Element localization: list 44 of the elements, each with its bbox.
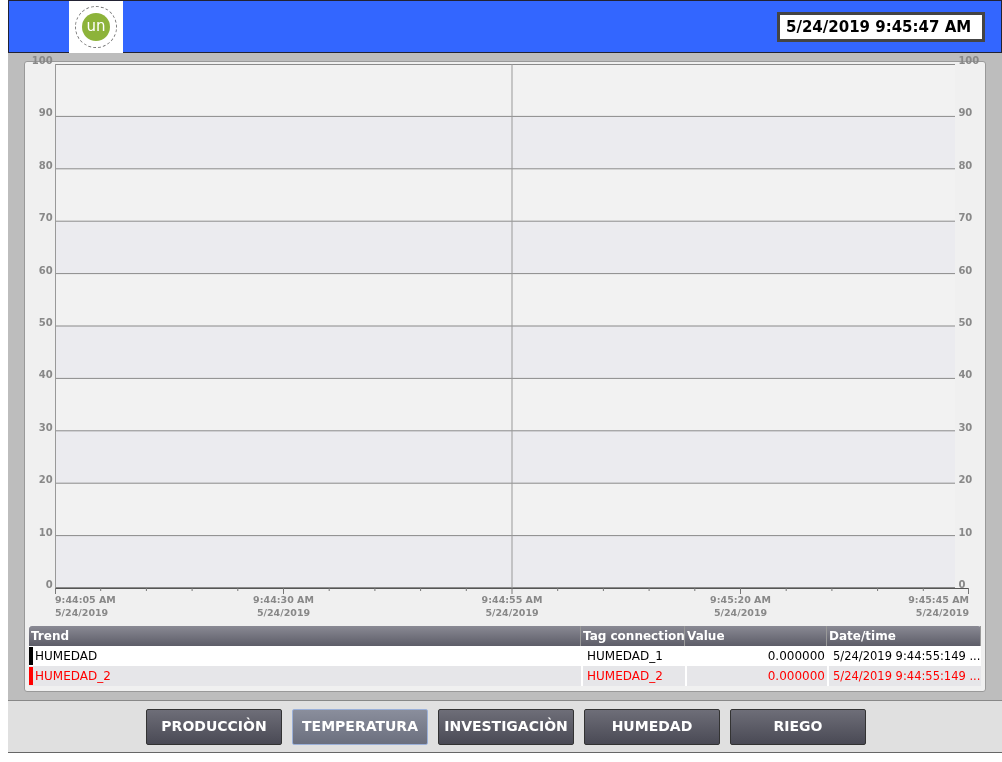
logo-text: un [82,12,110,41]
nav-button[interactable]: HUMEDAD [584,708,720,745]
clock-display: 5/24/2019 9:45:47 AM [777,11,985,42]
y-axis-label: 40 [958,370,973,381]
time-axis-label: 9:44:55 AM [480,594,544,606]
y-axis-label: 0 [45,580,53,590]
y-axis-label: 100 [31,56,53,66]
y-axis-label: 90 [958,108,973,119]
time-axis-label: 9:44:05 AM [55,594,117,606]
nav-button[interactable]: RIEGO [730,708,866,745]
time-axis-date: 5/24/2019 [484,607,540,619]
table-cell-text: HUMEDAD [34,648,99,665]
y-axis-label: 10 [958,527,973,538]
y-axis-label: 80 [958,160,973,171]
time-axis-date: 5/24/2019 [55,607,110,619]
y-axis-label: 40 [38,370,53,381]
nav-button[interactable]: PRODUCCIÒN [146,708,282,745]
y-axis-label: 30 [38,422,53,433]
table-cell: 0.000000 [685,666,827,686]
y-axis-label: 20 [38,475,53,486]
table-cell: HUMEDAD_2 [581,666,685,686]
table-cell-text: HUMEDAD_2 [34,668,112,685]
y-axis-label: 80 [38,160,53,171]
y-axis-label: 60 [38,265,53,276]
y-axis-label: 20 [958,475,973,486]
y-axis-label: 70 [958,213,973,224]
y-axis-label: 10 [38,527,53,538]
nav-button[interactable]: INVESTIGACIÒN [438,708,574,745]
time-axis-label: 9:45:45 AM [907,594,969,606]
y-axis-label: 90 [38,108,53,119]
nav-button[interactable]: TEMPERATURA [292,708,428,745]
time-axis-label: 9:44:30 AM [252,594,315,606]
y-axis-label: 30 [958,422,973,433]
y-axis-label: 50 [38,318,53,328]
y-axis-label: 60 [958,265,973,276]
table-cell: 5/24/2019 9:44:55:149 ... [827,666,981,686]
y-axis-label: 70 [38,213,53,224]
y-axis-label: 50 [958,318,973,328]
time-axis-date: 5/24/2019 [712,607,769,619]
y-axis-label: 100 [958,56,980,66]
time-axis-label: 9:45:20 AM [709,594,772,606]
time-axis-date: 5/24/2019 [255,607,312,619]
y-axis-label: 0 [958,580,966,590]
time-axis-date: 5/24/2019 [914,607,969,619]
